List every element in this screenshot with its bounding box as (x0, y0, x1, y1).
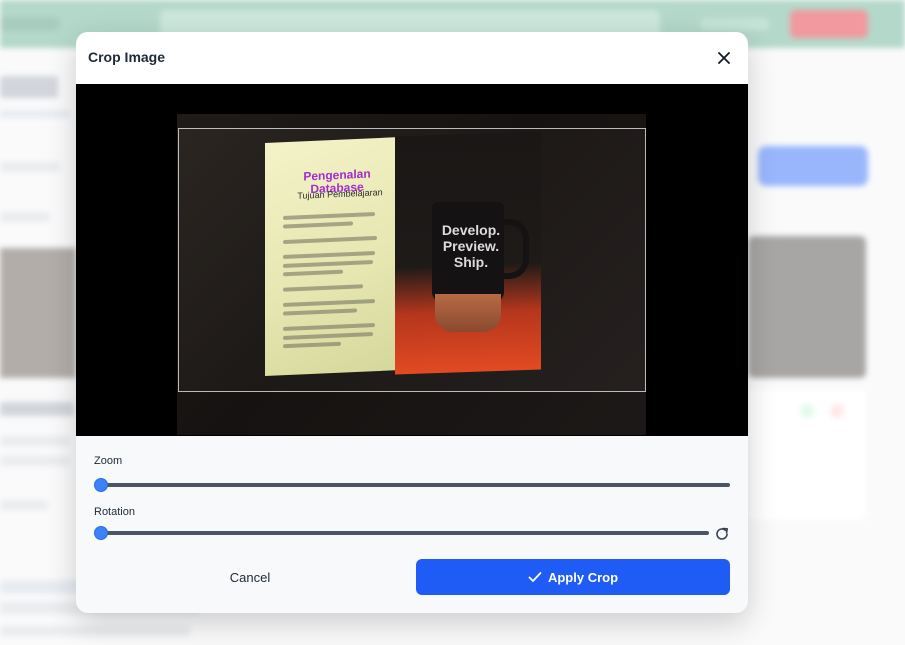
rotation-slider-thumb[interactable] (95, 527, 107, 539)
rotate-reset-button[interactable] (714, 526, 730, 542)
close-button[interactable] (714, 48, 734, 68)
modal-header: Crop Image (76, 32, 748, 84)
zoom-slider-track[interactable] (101, 483, 730, 487)
rotation-label: Rotation (94, 506, 135, 518)
zoom-label: Zoom (94, 455, 123, 467)
rotate-reset-icon (716, 527, 728, 540)
apply-crop-button[interactable]: Apply Crop (416, 559, 730, 595)
cancel-button-label: Cancel (229, 569, 271, 585)
check-icon (528, 572, 542, 582)
zoom-slider-thumb[interactable] (95, 479, 107, 491)
modal-title: Crop Image (88, 49, 166, 65)
crop-image-modal: Crop Image Pengenalan Database Tujuan Pe… (76, 32, 748, 613)
crop-selection-box[interactable] (178, 128, 646, 392)
apply-crop-label: Apply Crop (547, 569, 619, 585)
rotation-slider-track[interactable] (101, 531, 709, 535)
close-icon (718, 52, 730, 64)
crop-area[interactable]: Pengenalan Database Tujuan Pembelajaran … (76, 84, 748, 436)
cancel-button[interactable]: Cancel (94, 559, 406, 595)
